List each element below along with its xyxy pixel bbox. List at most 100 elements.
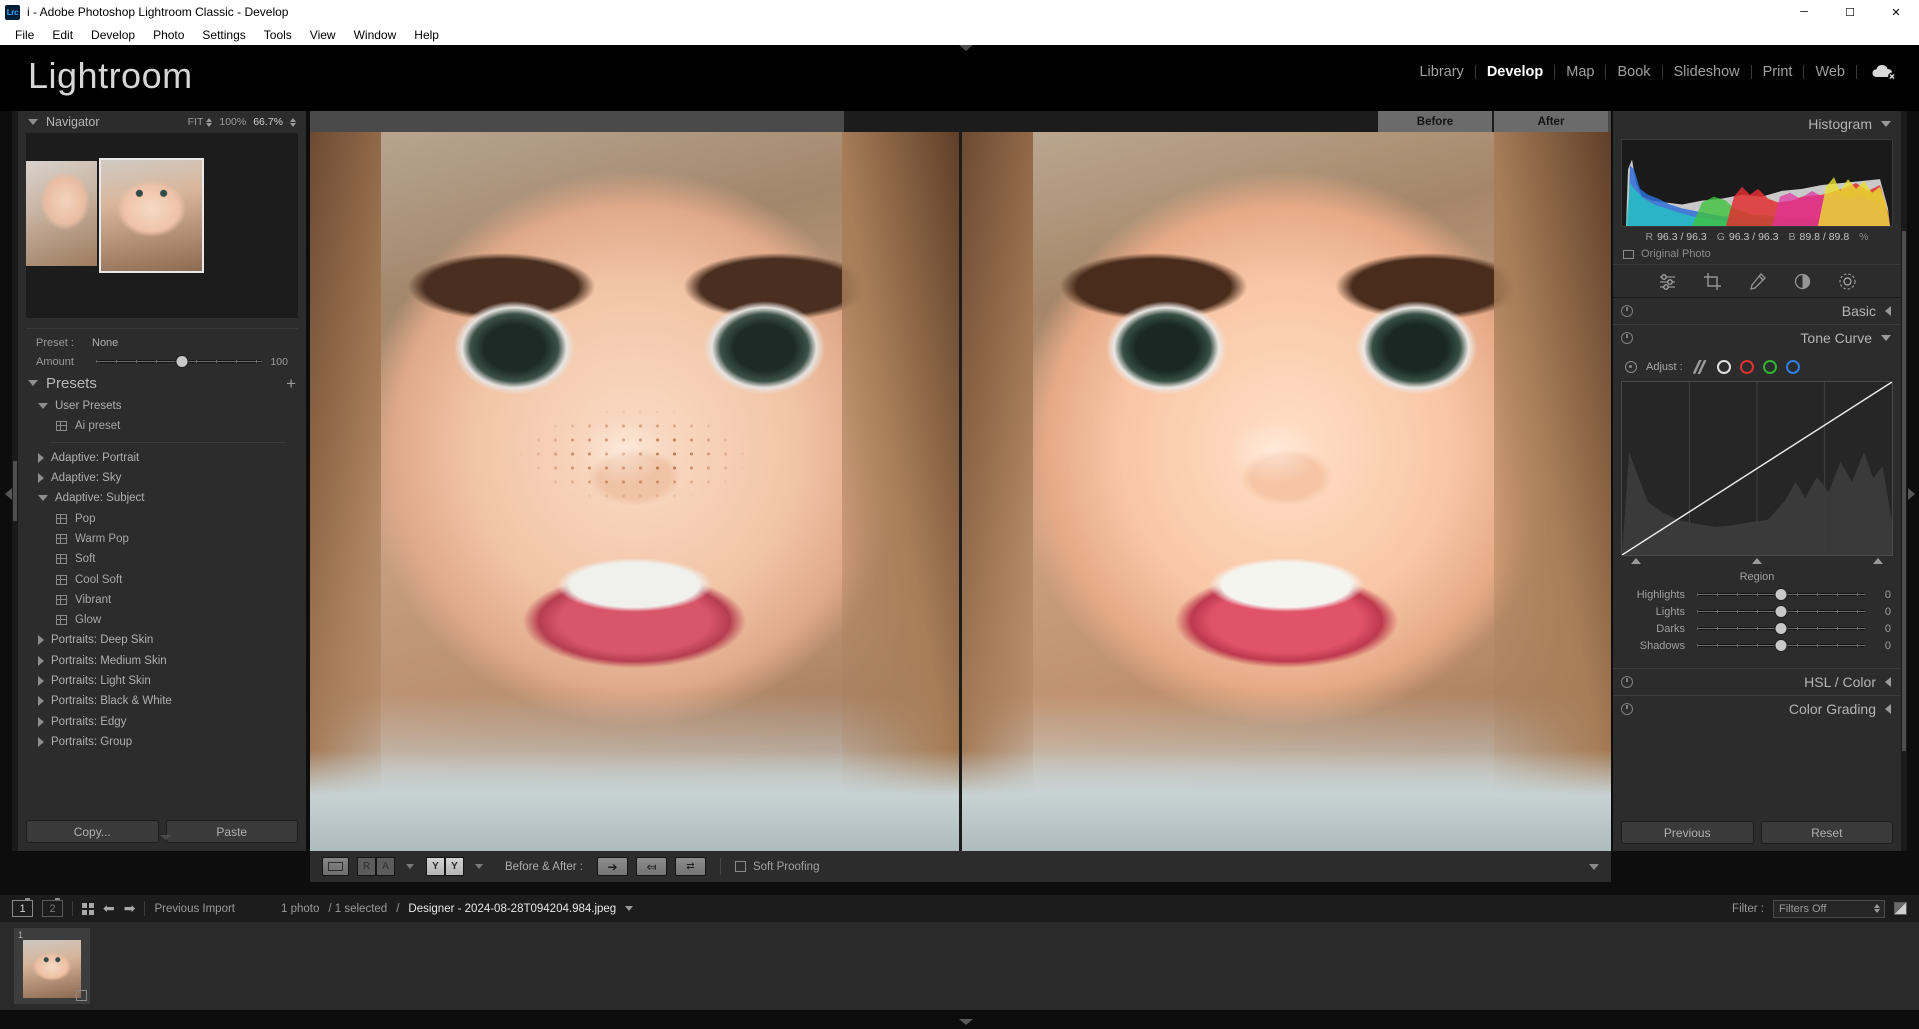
preset-group-portraits-deep-skin[interactable]: Portraits: Deep Skin xyxy=(26,630,298,650)
menu-settings[interactable]: Settings xyxy=(193,28,254,42)
hsl-color-panel-toggle-icon[interactable] xyxy=(1621,676,1633,688)
filter-select[interactable]: Filters Off xyxy=(1773,899,1885,918)
left-panel-collapse-handle[interactable] xyxy=(2,470,14,518)
preset-group-portraits-group[interactable]: Portraits: Group xyxy=(26,732,298,752)
filmstrip-badge-icon[interactable] xyxy=(76,990,87,1001)
module-web[interactable]: Web xyxy=(1804,64,1856,80)
after-image[interactable] xyxy=(962,132,1611,851)
histogram-header[interactable]: Histogram xyxy=(1613,111,1901,137)
navigator-crop-frame[interactable] xyxy=(99,158,204,273)
red-channel-icon[interactable] xyxy=(1739,360,1754,374)
curve-handle-darks[interactable] xyxy=(1752,558,1762,564)
zoom-100-button[interactable]: 100% xyxy=(219,116,246,128)
preset-item-pop[interactable]: Pop xyxy=(26,508,298,528)
menu-window[interactable]: Window xyxy=(345,28,406,42)
curve-handle-shadows[interactable] xyxy=(1631,558,1641,564)
navigator-header[interactable]: Navigator FIT 100% 66.7% xyxy=(18,111,306,133)
arrow-forward-icon[interactable]: ➡ xyxy=(124,900,136,917)
copy-button[interactable]: Copy... xyxy=(26,820,159,843)
reference-active-toggle[interactable]: R A xyxy=(357,857,395,876)
filename-chevron-down-icon[interactable] xyxy=(625,906,634,911)
preset-item-ai-preset[interactable]: Ai preset xyxy=(26,416,298,436)
original-photo-row[interactable]: Original Photo xyxy=(1613,246,1901,264)
module-library[interactable]: Library xyxy=(1408,64,1474,80)
parametric-curve-icon[interactable] xyxy=(1691,360,1708,374)
preset-value[interactable]: None xyxy=(92,337,118,349)
shadows-slider[interactable] xyxy=(1697,640,1865,651)
close-button[interactable]: ✕ xyxy=(1873,0,1919,24)
navigator-preview[interactable] xyxy=(26,133,298,318)
rgb-channel-icon[interactable] xyxy=(1716,360,1731,374)
masking-icon[interactable] xyxy=(1793,272,1812,291)
copy-after-to-before-icon[interactable]: ➔ xyxy=(596,857,628,876)
copy-before-to-after-icon[interactable]: ⤆ xyxy=(635,857,667,876)
basic-panel-toggle-icon[interactable] xyxy=(1621,305,1633,317)
darks-slider[interactable] xyxy=(1697,623,1865,634)
left-panel-bottom-toggle[interactable] xyxy=(160,835,172,840)
preset-group-user-presets[interactable]: User Presets xyxy=(26,396,298,416)
menu-help[interactable]: Help xyxy=(405,28,448,42)
original-photo-checkbox[interactable] xyxy=(1623,249,1634,259)
soft-proofing-checkbox[interactable] xyxy=(734,861,746,872)
minimize-button[interactable]: ─ xyxy=(1781,0,1827,24)
preset-item-glow[interactable]: Glow xyxy=(26,610,298,630)
right-panel-collapse-handle[interactable] xyxy=(1905,470,1917,518)
reference-view-chevron-down-icon[interactable] xyxy=(406,864,414,869)
filter-swatch-icon[interactable] xyxy=(1894,902,1907,915)
color-grading-panel-toggle-icon[interactable] xyxy=(1621,703,1633,715)
after-view-icon[interactable]: Y xyxy=(445,857,464,876)
preset-group-portraits-light-skin[interactable]: Portraits: Light Skin xyxy=(26,671,298,691)
menu-develop[interactable]: Develop xyxy=(82,28,144,42)
preset-item-soft[interactable]: Soft xyxy=(26,549,298,569)
tone-curve-graph[interactable] xyxy=(1621,381,1893,556)
before-after-mode-toggle[interactable]: Y Y xyxy=(426,857,464,876)
preset-group-portraits-edgy[interactable]: Portraits: Edgy xyxy=(26,711,298,731)
module-print[interactable]: Print xyxy=(1752,64,1804,80)
loupe-view-icon[interactable] xyxy=(322,857,349,876)
zoom-fit-button[interactable]: FIT xyxy=(188,116,213,128)
active-view-icon[interactable]: A xyxy=(376,857,395,876)
target-adjust-icon[interactable] xyxy=(1625,361,1637,373)
menu-tools[interactable]: Tools xyxy=(255,28,301,42)
module-develop[interactable]: Develop xyxy=(1476,64,1554,80)
source-label[interactable]: Previous Import xyxy=(154,903,235,915)
arrow-back-icon[interactable]: ⬅ xyxy=(103,900,115,917)
amount-slider[interactable] xyxy=(96,356,262,367)
filmstrip-thumbnail[interactable]: 1 xyxy=(14,928,90,1004)
maximize-button[interactable]: ☐ xyxy=(1827,0,1873,24)
tone-curve-panel-header[interactable]: Tone Curve xyxy=(1613,325,1901,351)
preset-group-adaptive-subject[interactable]: Adaptive: Subject xyxy=(26,488,298,508)
preset-item-warm-pop[interactable]: Warm Pop xyxy=(26,529,298,549)
menu-file[interactable]: File xyxy=(6,28,43,42)
hsl-color-panel-header[interactable]: HSL / Color xyxy=(1613,669,1901,695)
before-after-chevron-down-icon[interactable] xyxy=(475,864,483,869)
preset-item-cool-soft[interactable]: Cool Soft xyxy=(26,569,298,589)
preset-item-vibrant[interactable]: Vibrant xyxy=(26,590,298,610)
lights-slider[interactable] xyxy=(1697,606,1865,617)
menu-view[interactable]: View xyxy=(301,28,345,42)
current-filename[interactable]: Designer - 2024-08-28T094204.984.jpeg xyxy=(408,903,616,915)
histogram-graph[interactable] xyxy=(1621,139,1893,227)
top-panel-toggle[interactable] xyxy=(959,45,973,51)
basic-adjust-icon[interactable] xyxy=(1658,272,1677,291)
grid-view-icon[interactable] xyxy=(82,902,94,915)
screen-2-button[interactable]: 2 xyxy=(42,898,63,917)
reset-button[interactable]: Reset xyxy=(1760,821,1893,844)
add-preset-icon[interactable]: + xyxy=(286,375,296,392)
before-image[interactable] xyxy=(310,132,959,851)
crop-overlay-icon[interactable] xyxy=(1703,272,1722,291)
zoom-current-value[interactable]: 66.7% xyxy=(253,116,283,128)
module-map[interactable]: Map xyxy=(1555,64,1605,80)
paste-button[interactable]: Paste xyxy=(165,820,298,843)
blue-channel-icon[interactable] xyxy=(1785,360,1800,374)
cloud-sync-off-icon[interactable] xyxy=(1871,63,1897,81)
screen-1-button[interactable]: 1 xyxy=(12,898,33,917)
previous-button[interactable]: Previous xyxy=(1621,821,1754,844)
soft-proofing-row[interactable]: Soft Proofing xyxy=(734,861,819,873)
preset-group-adaptive-sky[interactable]: Adaptive: Sky xyxy=(26,468,298,488)
zoom-current-stepper-icon[interactable] xyxy=(290,117,296,127)
toolbar-chevron-down-icon[interactable] xyxy=(1589,863,1599,870)
preset-group-portraits-medium-skin[interactable]: Portraits: Medium Skin xyxy=(26,651,298,671)
filmstrip-collapse-toggle[interactable] xyxy=(959,1019,973,1025)
presets-header[interactable]: Presets + xyxy=(18,370,306,396)
